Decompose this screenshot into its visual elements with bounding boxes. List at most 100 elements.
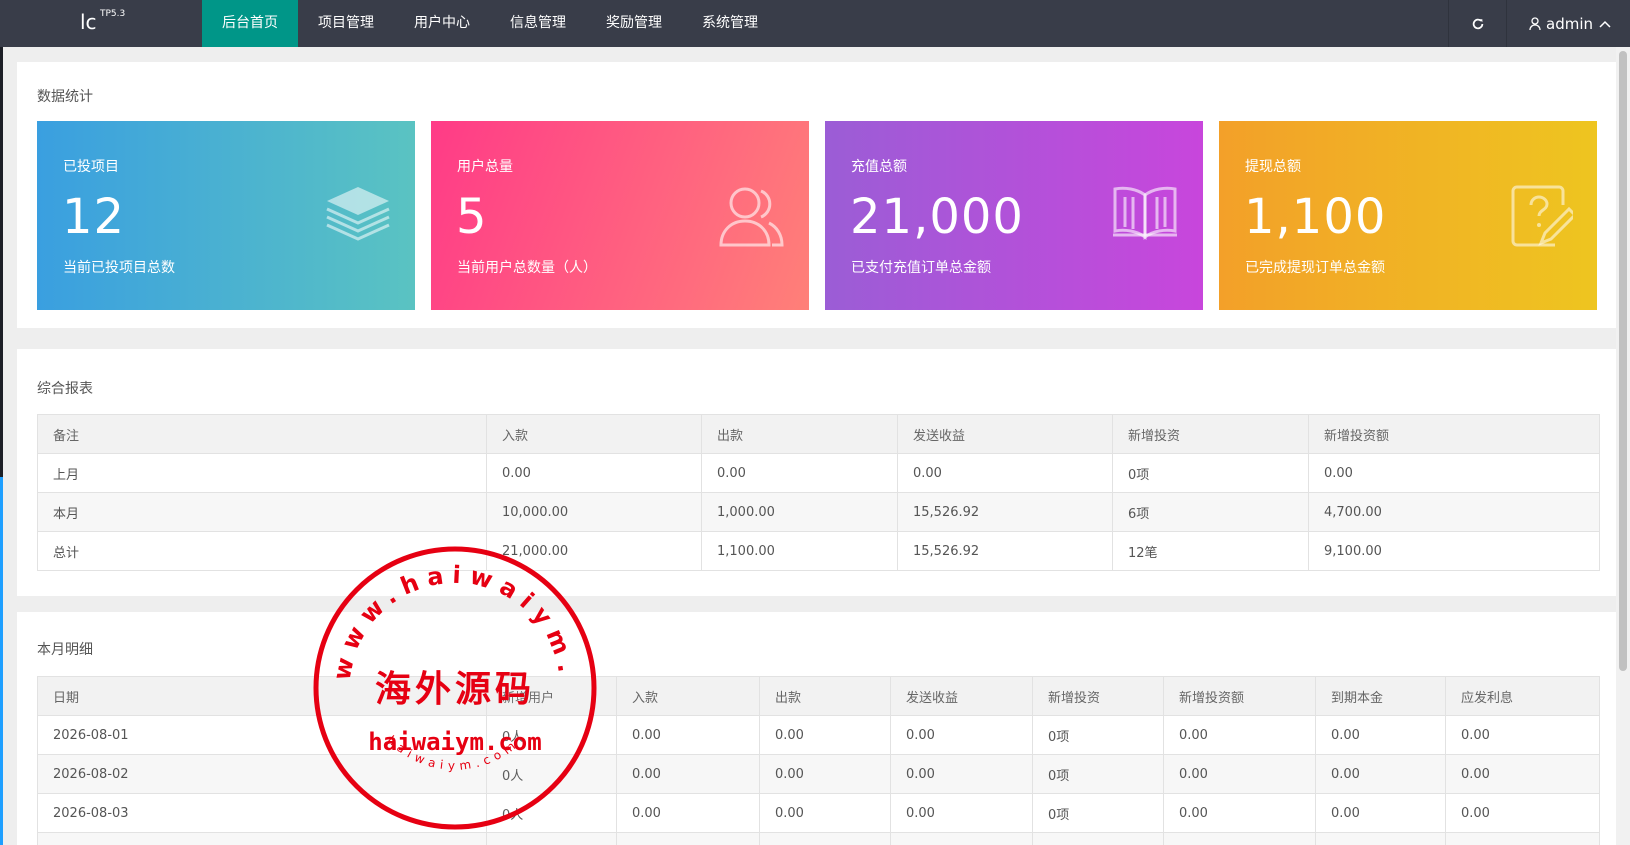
- scrollbar[interactable]: [1616, 47, 1630, 845]
- table-cell: 0.00: [759, 715, 891, 755]
- table-cell: 1,100.00: [701, 531, 898, 571]
- nav-item-rewards[interactable]: 奖励管理: [586, 0, 682, 47]
- table-cell: [486, 832, 617, 845]
- stat-card-recharge[interactable]: 充值总额 21,000 已支付充值订单总金额: [825, 121, 1203, 310]
- report-title: 综合报表: [37, 381, 93, 397]
- table-cell: 12笔: [1112, 531, 1309, 571]
- monthly-table: 日期 新增用户 入款 出款 发送收益 新增投资 新增投资额 到期本金 应发利息 …: [37, 676, 1600, 845]
- column-header: 日期: [37, 676, 487, 716]
- table-cell: 0.00: [616, 715, 760, 755]
- card-desc: 当前用户总数量（人）: [457, 260, 597, 276]
- column-header: 备注: [37, 414, 487, 454]
- table-cell: 0.00: [759, 793, 891, 833]
- question-edit-icon: [1511, 185, 1573, 247]
- table-row: [37, 832, 1600, 845]
- table-cell: 0.00: [1163, 715, 1316, 755]
- card-value: 1,100: [1244, 189, 1387, 245]
- column-header: 新增投资额: [1308, 414, 1600, 454]
- stat-card-users[interactable]: 用户总量 5 当前用户总数量（人）: [431, 121, 809, 310]
- table-cell: 0.00: [1315, 715, 1446, 755]
- stat-card-projects[interactable]: 已投项目 12 当前已投项目总数: [37, 121, 415, 310]
- column-header: 应发利息: [1445, 676, 1600, 716]
- table-cell: 0.00: [1315, 793, 1446, 833]
- table-cell: 0.00: [1163, 793, 1316, 833]
- table-cell: 0.00: [616, 754, 760, 794]
- table-cell: 6项: [1112, 492, 1309, 532]
- nav-item-home[interactable]: 后台首页: [202, 0, 298, 47]
- column-header: 新增投资额: [1163, 676, 1316, 716]
- table-cell: 15,526.92: [897, 531, 1113, 571]
- header-right: admin: [1448, 0, 1630, 47]
- table-cell: [1032, 832, 1164, 845]
- stat-card-withdraw[interactable]: 提现总额 1,100 已完成提现订单总金额: [1219, 121, 1597, 310]
- table-cell: [616, 832, 760, 845]
- scrollbar-thumb[interactable]: [1619, 51, 1627, 671]
- table-cell: 2026-08-01: [37, 715, 487, 755]
- chevron-up-icon: [1599, 20, 1611, 28]
- table-cell: 0项: [1112, 453, 1309, 493]
- table-cell: 0.00: [1445, 715, 1600, 755]
- book-icon: [1113, 186, 1177, 240]
- table-cell: 0.00: [1163, 754, 1316, 794]
- table-cell: 0.00: [1445, 793, 1600, 833]
- table-cell: 0.00: [890, 793, 1033, 833]
- card-value: 5: [456, 189, 488, 245]
- table-cell: 0项: [1032, 715, 1164, 755]
- monthly-title: 本月明细: [37, 642, 93, 658]
- table-cell: 0.00: [890, 754, 1033, 794]
- table-cell: 0.00: [759, 754, 891, 794]
- nav-item-projects[interactable]: 项目管理: [298, 0, 394, 47]
- table-cell: 0人: [486, 715, 617, 755]
- refresh-icon: [1472, 18, 1483, 29]
- card-desc: 当前已投项目总数: [63, 260, 175, 276]
- table-cell: 0.00: [486, 453, 702, 493]
- left-sidebar-edge: [0, 47, 3, 845]
- table-cell: 4,700.00: [1308, 492, 1600, 532]
- users-icon: [719, 187, 784, 247]
- table-cell: [1315, 832, 1446, 845]
- report-table: 备注 入款 出款 发送收益 新增投资 新增投资额 上月 0.00 0.00 0.…: [37, 414, 1600, 571]
- main-nav: 后台首页 项目管理 用户中心 信息管理 奖励管理 系统管理: [202, 0, 778, 47]
- stats-title: 数据统计: [37, 89, 93, 105]
- card-title: 用户总量: [457, 159, 513, 175]
- column-header: 新增投资: [1032, 676, 1164, 716]
- table-cell: 2026-08-03: [37, 793, 487, 833]
- table-cell: 1,000.00: [701, 492, 898, 532]
- card-value: 21,000: [850, 189, 1024, 245]
- table-cell: 0.00: [1445, 754, 1600, 794]
- table-cell: 0人: [486, 754, 617, 794]
- table-cell: 15,526.92: [897, 492, 1113, 532]
- table-row: 2026-08-01 0人 0.00 0.00 0.00 0项 0.00 0.0…: [37, 715, 1600, 755]
- table-cell: 本月: [37, 492, 487, 532]
- card-title: 已投项目: [63, 159, 119, 175]
- user-icon: [1529, 16, 1541, 30]
- table-cell: 21,000.00: [486, 531, 702, 571]
- table-cell: 0.00: [616, 793, 760, 833]
- table-cell: 0.00: [1308, 453, 1600, 493]
- table-cell: 0项: [1032, 793, 1164, 833]
- column-header: 入款: [486, 414, 702, 454]
- card-desc: 已支付充值订单总金额: [851, 260, 991, 276]
- table-cell: [1163, 832, 1316, 845]
- user-menu[interactable]: admin: [1506, 0, 1630, 47]
- table-cell: 0项: [1032, 754, 1164, 794]
- nav-item-system[interactable]: 系统管理: [682, 0, 778, 47]
- table-header-row: 日期 新增用户 入款 出款 发送收益 新增投资 新增投资额 到期本金 应发利息: [37, 676, 1600, 716]
- table-row: 本月 10,000.00 1,000.00 15,526.92 6项 4,700…: [37, 492, 1600, 532]
- column-header: 发送收益: [890, 676, 1033, 716]
- table-cell: 0人: [486, 793, 617, 833]
- logo-text: lc: [80, 10, 97, 34]
- column-header: 入款: [616, 676, 760, 716]
- card-title: 充值总额: [851, 159, 907, 175]
- table-cell: 2026-08-02: [37, 754, 487, 794]
- column-header: 发送收益: [897, 414, 1113, 454]
- refresh-button[interactable]: [1448, 0, 1506, 47]
- table-row: 2026-08-03 0人 0.00 0.00 0.00 0项 0.00 0.0…: [37, 793, 1600, 833]
- report-panel: 综合报表 备注 入款 出款 发送收益 新增投资 新增投资额 上月 0.00 0.…: [17, 349, 1616, 596]
- card-title: 提现总额: [1245, 159, 1301, 175]
- table-header-row: 备注 入款 出款 发送收益 新增投资 新增投资额: [37, 414, 1600, 454]
- table-row: 2026-08-02 0人 0.00 0.00 0.00 0项 0.00 0.0…: [37, 754, 1600, 794]
- nav-item-info[interactable]: 信息管理: [490, 0, 586, 47]
- logo[interactable]: lc TP5.3: [0, 0, 202, 47]
- nav-item-users[interactable]: 用户中心: [394, 0, 490, 47]
